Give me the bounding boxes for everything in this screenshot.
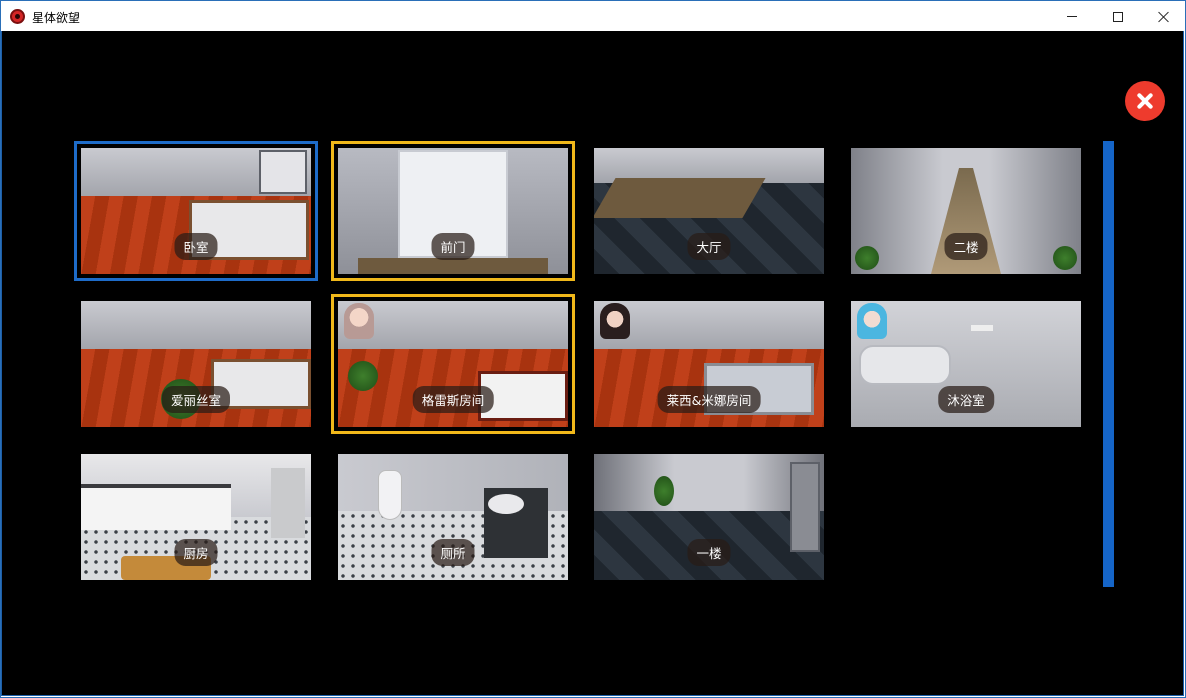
room-tile-kitchen[interactable]: 厨房 (81, 454, 311, 580)
character-avatar (857, 303, 887, 339)
game-canvas: 卧室 前门 大厅 二楼 爱丽丝室 格雷斯房间 莱西&米娜房间 沐浴室 厨房 厕所… (1, 31, 1184, 696)
room-tile-first-floor[interactable]: 一楼 (594, 454, 824, 580)
room-tile-lacey-mina-room[interactable]: 莱西&米娜房间 (594, 301, 824, 427)
maximize-icon (1113, 11, 1123, 22)
app-icon (10, 9, 25, 24)
close-icon (1158, 11, 1170, 23)
room-tile-bathroom[interactable]: 沐浴室 (851, 301, 1081, 427)
room-label: 厨房 (174, 539, 218, 566)
room-tile-front-door[interactable]: 前门 (331, 141, 575, 281)
character-avatar (344, 303, 374, 339)
close-window-button[interactable] (1141, 1, 1186, 32)
room-tile-second-floor[interactable]: 二楼 (851, 148, 1081, 274)
room-label: 爱丽丝室 (161, 386, 231, 413)
maximize-button[interactable] (1095, 1, 1141, 32)
character-avatar (600, 303, 630, 339)
room-label: 厕所 (431, 539, 475, 566)
room-label: 大厅 (687, 233, 731, 260)
close-map-button[interactable] (1125, 81, 1165, 121)
minimize-icon (1067, 16, 1077, 17)
map-scrollbar[interactable] (1103, 141, 1114, 587)
room-label: 二楼 (944, 233, 988, 260)
minimize-button[interactable] (1049, 1, 1095, 32)
close-icon (1136, 92, 1154, 110)
room-tile-grace-room[interactable]: 格雷斯房间 (331, 294, 575, 434)
room-tile-alice-room[interactable]: 爱丽丝室 (81, 301, 311, 427)
room-tile-hall[interactable]: 大厅 (594, 148, 824, 274)
room-label: 一楼 (687, 539, 731, 566)
title-bar: 星体欲望 (1, 1, 1185, 32)
room-tile-toilet[interactable]: 厕所 (338, 454, 568, 580)
room-tile-bedroom[interactable]: 卧室 (74, 141, 318, 281)
room-label: 莱西&米娜房间 (657, 386, 761, 413)
room-label: 前门 (431, 233, 475, 260)
room-label: 卧室 (174, 233, 218, 260)
room-label: 沐浴室 (938, 386, 994, 413)
room-label: 格雷斯房间 (412, 386, 494, 413)
window-title: 星体欲望 (32, 11, 81, 25)
